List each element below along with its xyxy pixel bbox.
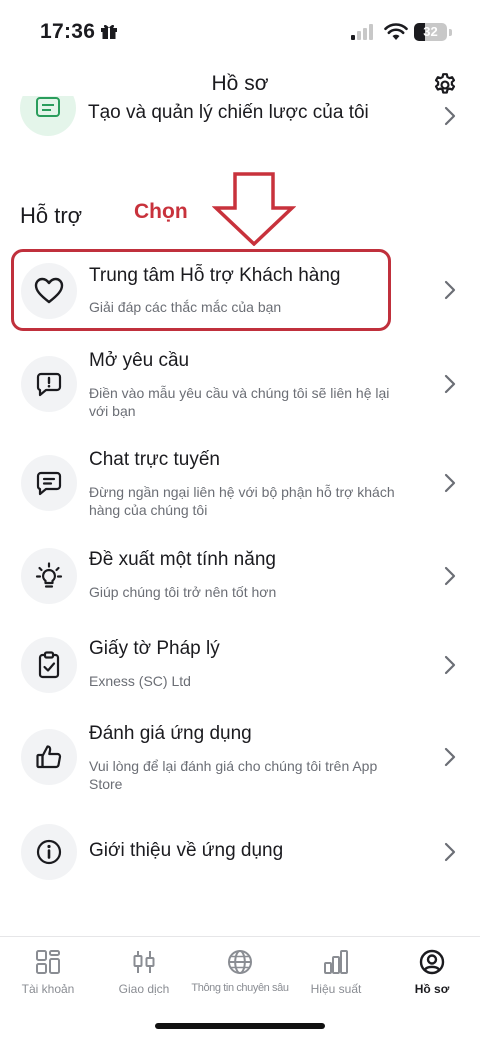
tab-trade[interactable]: Giao dịch bbox=[96, 937, 192, 1007]
list-item-about-app[interactable]: Giới thiệu về ứng dụng bbox=[0, 823, 480, 883]
item-subtitle: Exness (SC) Ltd bbox=[89, 673, 191, 689]
thumbs-up-icon bbox=[36, 745, 62, 769]
tab-insights[interactable]: Thông tin chuyên sâu bbox=[191, 937, 289, 1007]
home-indicator bbox=[155, 1023, 325, 1029]
lightbulb-icon bbox=[35, 562, 63, 588]
item-title: Mở yêu cầu bbox=[89, 350, 190, 371]
item-subtitle: Giúp chúng tôi trở nên tốt hơn bbox=[89, 584, 277, 600]
strategy-icon bbox=[36, 97, 60, 117]
chevron-right-icon bbox=[444, 374, 456, 394]
chevron-right-icon bbox=[444, 842, 456, 862]
page-title: Hồ sơ bbox=[211, 72, 269, 95]
clipboard-check-icon bbox=[38, 651, 60, 679]
gear-icon[interactable] bbox=[432, 72, 458, 98]
item-subtitle: Vui lòng để lại đánh giá cho chúng tôi t… bbox=[89, 758, 378, 792]
battery-indicator: 32 bbox=[414, 23, 447, 41]
request-bubble-icon bbox=[36, 372, 62, 397]
highlight-box bbox=[11, 249, 391, 331]
icon-circle bbox=[21, 824, 77, 880]
signal-icon bbox=[351, 24, 373, 40]
item-title: Chat trực tuyến bbox=[89, 449, 220, 470]
chevron-right-icon bbox=[444, 106, 456, 126]
accounts-grid-icon bbox=[36, 950, 60, 974]
globe-icon bbox=[228, 950, 252, 974]
chevron-right-icon bbox=[444, 566, 456, 586]
trade-candles-icon bbox=[133, 951, 155, 973]
status-time: 17:36 bbox=[40, 20, 96, 43]
list-item-strategies[interactable]: Tạo và quản lý chiến lược của tôi bbox=[0, 96, 480, 146]
section-title-support: Hỗ trợ bbox=[20, 203, 83, 228]
icon-circle bbox=[21, 637, 77, 693]
chevron-right-icon bbox=[444, 747, 456, 767]
wifi-icon bbox=[384, 23, 408, 40]
gift-icon bbox=[101, 24, 117, 39]
icon-circle bbox=[21, 729, 77, 785]
icon-circle bbox=[21, 356, 77, 412]
status-bar: 17:36 32 bbox=[0, 0, 480, 62]
profile-icon bbox=[419, 949, 445, 975]
item-title: Đề xuất một tính năng bbox=[89, 549, 276, 570]
item-subtitle: Điền vào mẫu yêu cầu và chúng tôi sẽ liê… bbox=[89, 385, 390, 419]
icon-circle bbox=[21, 548, 77, 604]
chevron-right-icon bbox=[444, 280, 456, 300]
item-title: Đánh giá ứng dụng bbox=[89, 723, 252, 744]
chat-bubble-icon bbox=[36, 471, 62, 496]
chevron-right-icon bbox=[444, 655, 456, 675]
icon-circle bbox=[21, 455, 77, 511]
annotation-label: Chọn bbox=[134, 200, 188, 223]
tab-performance[interactable]: Hiệu suất bbox=[288, 937, 384, 1007]
info-icon bbox=[36, 839, 62, 865]
bar-chart-icon bbox=[324, 950, 348, 974]
arrow-down-icon bbox=[212, 172, 296, 246]
battery-cap bbox=[449, 29, 452, 36]
list-item-legal-documents[interactable]: Giấy tờ Pháp lý Exness (SC) Ltd bbox=[0, 637, 480, 698]
tab-accounts[interactable]: Tài khoản bbox=[0, 937, 96, 1007]
strategy-icon-circle bbox=[20, 96, 76, 136]
tab-profile[interactable]: Hồ sơ bbox=[384, 937, 480, 1007]
item-title: Giới thiệu về ứng dụng bbox=[89, 840, 284, 861]
chevron-right-icon bbox=[444, 473, 456, 493]
battery-percent: 32 bbox=[423, 24, 438, 39]
item-subtitle: Đừng ngần ngại liên hệ với bộ phận hỗ tr… bbox=[89, 484, 395, 518]
list-item-rate-app[interactable]: Đánh giá ứng dụng Vui lòng để lại đánh g… bbox=[0, 723, 480, 803]
item-title: Giấy tờ Pháp lý bbox=[89, 638, 220, 659]
list-item-live-chat[interactable]: Chat trực tuyến Đừng ngần ngại liên hệ v… bbox=[0, 449, 480, 529]
list-item-title: Tạo và quản lý chiến lược của tôi bbox=[88, 102, 369, 123]
tab-label: Hồ sơ bbox=[414, 982, 450, 996]
list-item-open-request[interactable]: Mở yêu cầu Điền vào mẫu yêu cầu và chúng… bbox=[0, 350, 480, 430]
list-item-suggest-feature[interactable]: Đề xuất một tính năng Giúp chúng tôi trở… bbox=[0, 548, 480, 609]
